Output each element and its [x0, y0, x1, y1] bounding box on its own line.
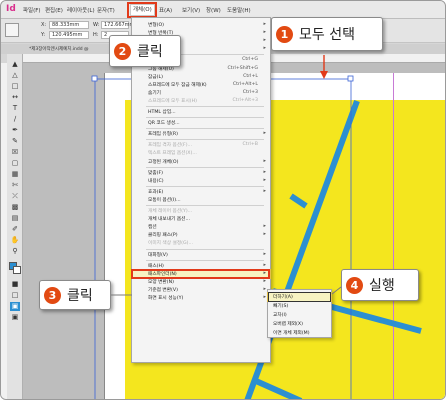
step4-connector [331, 286, 342, 295]
app-window: Id 파일(F) 편집(E) 레이아웃(L) 문자(T) 개체(O) 표(A) … [0, 0, 446, 400]
callout-connectors [111, 286, 342, 296]
